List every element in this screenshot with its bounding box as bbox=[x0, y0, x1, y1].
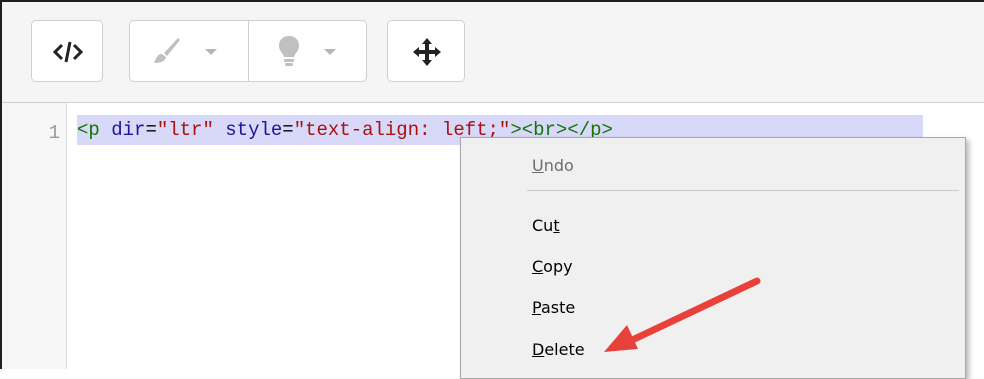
style-button-group bbox=[129, 20, 367, 82]
code-equals: = bbox=[282, 119, 294, 141]
menu-item-copy-label-post: opy bbox=[543, 257, 573, 276]
menu-item-delete[interactable]: Delete bbox=[532, 340, 585, 359]
code-attr-style: style bbox=[225, 119, 283, 141]
menu-item-paste-accesskey: P bbox=[532, 298, 541, 317]
menu-item-copy[interactable]: Copy bbox=[532, 257, 573, 276]
menu-item-delete-label-post: elete bbox=[544, 340, 585, 359]
line-gutter: 1 bbox=[2, 103, 67, 369]
code-string-ltr: "ltr" bbox=[156, 119, 214, 141]
menu-item-paste-label-post: aste bbox=[540, 298, 576, 317]
menu-separator bbox=[527, 190, 959, 191]
menu-item-copy-accesskey: C bbox=[532, 257, 544, 276]
chevron-down-icon bbox=[205, 49, 217, 55]
menu-item-undo[interactable]: Undo bbox=[532, 156, 574, 175]
code-attr-dir: dir bbox=[111, 119, 146, 141]
move-button[interactable] bbox=[387, 20, 465, 82]
code-equals: = bbox=[145, 119, 157, 141]
chevron-down-icon bbox=[324, 49, 336, 55]
brush-icon bbox=[154, 38, 180, 63]
code-view-button[interactable] bbox=[31, 20, 103, 82]
menu-item-paste[interactable]: Paste bbox=[532, 298, 575, 317]
lightbulb-icon bbox=[279, 36, 299, 66]
menu-item-cut-label-pre: Cu bbox=[532, 216, 554, 235]
code-tag-open: <p bbox=[77, 119, 112, 141]
menu-item-undo-accesskey: U bbox=[532, 156, 544, 175]
style-dropdown-button[interactable] bbox=[130, 21, 248, 81]
editor-toolbar bbox=[2, 2, 984, 103]
context-menu: Undo Cut Copy Paste Delete bbox=[460, 137, 966, 379]
menu-item-undo-label-post: ndo bbox=[543, 156, 574, 175]
menu-item-delete-accesskey: D bbox=[532, 340, 545, 359]
line-number: 1 bbox=[48, 122, 60, 144]
move-arrows-icon bbox=[413, 38, 441, 66]
menu-item-cut[interactable]: Cut bbox=[532, 216, 560, 235]
inspire-dropdown-button[interactable] bbox=[249, 21, 367, 81]
code-icon bbox=[53, 41, 83, 63]
menu-item-cut-accesskey: t bbox=[553, 216, 560, 235]
